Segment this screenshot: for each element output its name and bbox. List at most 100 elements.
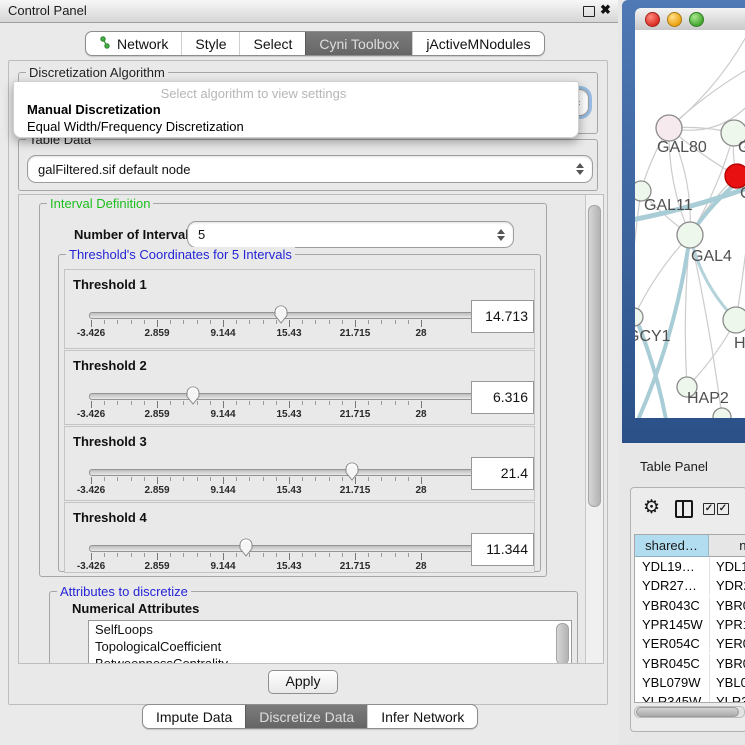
slider-tick bbox=[170, 401, 171, 405]
threshold-value-field[interactable]: 11.344 bbox=[471, 533, 534, 566]
slider-tick bbox=[157, 401, 158, 408]
algorithm-option[interactable]: Manual Discretization bbox=[26, 102, 574, 119]
slider-tick bbox=[355, 401, 356, 408]
window-title: Control Panel bbox=[8, 3, 87, 18]
slider-tick-label: 15.43 bbox=[276, 409, 301, 420]
tab-select[interactable]: Select bbox=[239, 32, 305, 55]
attributes-list-scrollbar[interactable] bbox=[556, 623, 569, 664]
network-node-gal80[interactable] bbox=[656, 115, 682, 141]
network-node-h[interactable] bbox=[723, 307, 745, 333]
slider-tick bbox=[368, 553, 369, 557]
network-node-bot[interactable] bbox=[713, 408, 731, 418]
column-header-shared-name[interactable]: shared… bbox=[635, 535, 709, 557]
network-view-window: GAL80GACGAL11GAL4GCY1HHAP2 bbox=[622, 0, 745, 443]
slider-tick bbox=[183, 320, 184, 324]
attribute-list-item[interactable]: BetweennessCentrality bbox=[89, 655, 571, 664]
table-data-combo[interactable]: galFiltered.sif default node bbox=[27, 155, 593, 183]
table-row[interactable]: YPR145WYPR1 bbox=[635, 615, 745, 634]
slider-tick bbox=[131, 553, 132, 557]
attributes-group-title: Attributes to discretize bbox=[57, 584, 191, 599]
slider-tick-label: 2.859 bbox=[144, 409, 169, 420]
slider-tick bbox=[302, 553, 303, 557]
mode-tab-discretize-data[interactable]: Discretize Data bbox=[245, 705, 367, 728]
threshold-coordinates-group: Threshold's Coordinates for 5 Intervals … bbox=[58, 254, 541, 572]
checkbox-icon[interactable]: ✓ bbox=[717, 503, 729, 515]
slider-tick bbox=[117, 401, 118, 405]
slider-tick bbox=[342, 477, 343, 481]
threshold-label: Threshold 3 bbox=[73, 434, 147, 449]
slider-tick bbox=[381, 553, 382, 557]
threshold-value-field[interactable]: 21.4 bbox=[471, 457, 534, 490]
table-row[interactable]: YLR345WYLR3 bbox=[635, 692, 745, 703]
network-node-gcy1[interactable] bbox=[635, 308, 643, 326]
slider-tick bbox=[131, 477, 132, 481]
slider-tick-label: 9.144 bbox=[210, 561, 235, 572]
threshold-slider-track[interactable] bbox=[89, 393, 511, 400]
numerical-attributes-list[interactable]: SelfLoopsTopologicalCoefficientBetweenne… bbox=[88, 620, 572, 664]
close-icon[interactable]: ✖ bbox=[600, 2, 611, 18]
table-row[interactable]: YDR27…YDR2 bbox=[635, 576, 745, 595]
threshold-slider-thumb[interactable] bbox=[273, 304, 289, 324]
settings-panel-scrollbar-thumb[interactable] bbox=[588, 205, 601, 507]
apply-button[interactable]: Apply bbox=[268, 670, 338, 694]
attribute-list-item[interactable]: SelfLoops bbox=[89, 621, 571, 638]
table-row[interactable]: YBR045CYBR0 bbox=[635, 654, 745, 673]
slider-tick bbox=[263, 477, 264, 481]
number-of-intervals-combo[interactable]: 5 bbox=[187, 221, 514, 248]
table-row[interactable]: YER054CYER0 bbox=[635, 634, 745, 653]
close-traffic-light[interactable] bbox=[645, 12, 660, 27]
network-node-label: HAP2 bbox=[687, 390, 729, 407]
threshold-slider-thumb[interactable] bbox=[185, 385, 201, 405]
combo-arrows-icon bbox=[496, 229, 505, 241]
slider-tick-label: 21.715 bbox=[340, 485, 371, 496]
network-canvas[interactable]: GAL80GACGAL11GAL4GCY1HHAP2 bbox=[635, 30, 745, 418]
threshold-value-field[interactable]: 6.316 bbox=[471, 381, 534, 414]
network-edge[interactable] bbox=[669, 30, 745, 128]
slider-tick bbox=[236, 320, 237, 324]
slider-tick bbox=[355, 320, 356, 327]
algorithm-option[interactable]: Equal Width/Frequency Discretization bbox=[26, 119, 574, 136]
slider-tick bbox=[91, 477, 92, 484]
network-node-gal4[interactable] bbox=[677, 222, 703, 248]
threshold-value-field[interactable]: 14.713 bbox=[471, 300, 534, 333]
checkbox-icon[interactable]: ✓ bbox=[703, 503, 715, 515]
slider-tick-label: 28 bbox=[415, 561, 426, 572]
slider-tick bbox=[170, 477, 171, 481]
slider-tick bbox=[395, 553, 396, 557]
tab-style[interactable]: Style bbox=[181, 32, 239, 55]
network-node-label: GCY1 bbox=[635, 328, 671, 345]
settings-panel-scrollbar[interactable] bbox=[585, 195, 603, 663]
gear-icon[interactable]: ⚙ bbox=[643, 496, 660, 519]
table-panel: ⚙ ✓ ✓ shared… na YDL19…YDL1YDR27…YDR2YBR… bbox=[630, 487, 745, 732]
table-horizontal-scrollbar[interactable] bbox=[634, 706, 745, 718]
tab-jactivemnodules[interactable]: jActiveMNodules bbox=[412, 32, 543, 55]
tab-cyni-toolbox[interactable]: Cyni Toolbox bbox=[305, 32, 412, 55]
threshold-slider-thumb[interactable] bbox=[238, 537, 254, 557]
table-row[interactable]: YBL079WYBL0 bbox=[635, 673, 745, 692]
mode-tab-impute-data[interactable]: Impute Data bbox=[143, 705, 245, 728]
zoom-traffic-light[interactable] bbox=[689, 12, 704, 27]
slider-tick bbox=[236, 477, 237, 481]
network-node-label: C bbox=[740, 185, 745, 202]
mode-tab-infer-network[interactable]: Infer Network bbox=[367, 705, 477, 728]
tab-network[interactable]: Network bbox=[86, 32, 181, 55]
threshold-slider-track[interactable] bbox=[89, 469, 511, 476]
columns-icon[interactable] bbox=[675, 500, 693, 518]
column-header-name[interactable]: na bbox=[709, 535, 745, 557]
minimize-traffic-light[interactable] bbox=[667, 12, 682, 27]
slider-tick bbox=[236, 401, 237, 405]
table-horizontal-scrollbar-thumb[interactable] bbox=[636, 707, 739, 717]
table-cell-name: YDL1 bbox=[709, 557, 745, 576]
slider-tick bbox=[329, 401, 330, 405]
slider-tick bbox=[157, 320, 158, 327]
threshold-row: Threshold 4-3.4262.8599.14415.4321.71528… bbox=[64, 502, 535, 573]
attribute-list-item[interactable]: TopologicalCoefficient bbox=[89, 638, 571, 655]
float-window-icon[interactable] bbox=[583, 6, 595, 17]
table-row[interactable]: YDL19…YDL1 bbox=[635, 557, 745, 576]
threshold-slider-track[interactable] bbox=[89, 312, 511, 319]
table-cell-shared-name: YDR27… bbox=[635, 576, 710, 595]
threshold-slider-thumb[interactable] bbox=[344, 461, 360, 481]
slider-tick bbox=[210, 320, 211, 324]
table-row[interactable]: YBR043CYBR0 bbox=[635, 596, 745, 615]
threshold-slider-track[interactable] bbox=[89, 545, 511, 552]
